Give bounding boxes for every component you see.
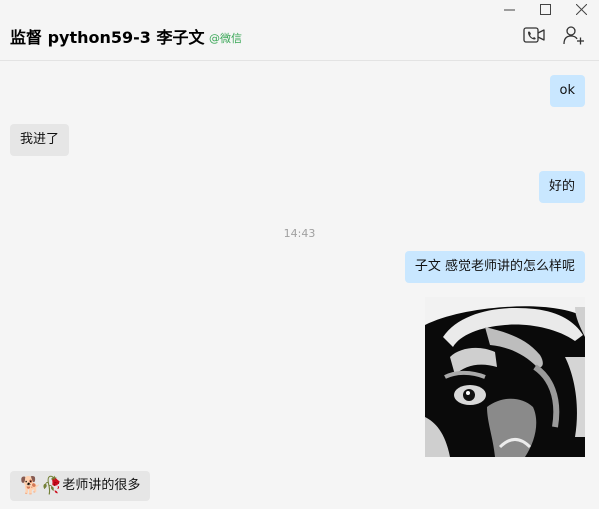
message-bubble-sent[interactable]: 好的 (538, 171, 585, 203)
message-text: 好的 (548, 179, 575, 194)
message-bubble-received[interactable]: 我进了 (10, 124, 70, 156)
message-bubble-received[interactable]: 🐕 🥀 老师讲的很多 (10, 471, 151, 501)
wilted-rose-emoji: 🥀 (41, 476, 63, 496)
add-member-button[interactable] (562, 24, 586, 46)
chat-header: 监督 python59-3 李子文 @微信 (0, 18, 599, 61)
source-tag: @微信 (209, 32, 242, 45)
add-member-icon (563, 26, 584, 45)
doge-emoji: 🐕 (20, 476, 42, 496)
meme-face-image (425, 297, 585, 457)
maximize-button[interactable] (527, 0, 563, 18)
message-text: 我进了 (20, 132, 60, 147)
close-icon (575, 3, 587, 15)
message-bubble-sent[interactable]: 子文 感觉老师讲的怎么样呢 (404, 251, 585, 283)
video-call-button[interactable] (522, 24, 546, 46)
message-text: 子文 感觉老师讲的怎么样呢 (414, 259, 575, 274)
message-text: 老师讲的很多 (62, 478, 141, 493)
window-controls (491, 0, 599, 18)
minimize-icon (503, 9, 515, 10)
close-button[interactable] (563, 0, 599, 18)
message-timestamp: 14:43 (283, 227, 316, 240)
minimize-button[interactable] (491, 0, 527, 18)
video-call-icon (523, 27, 545, 43)
maximize-icon (539, 3, 551, 15)
chat-title: 监督 python59-3 李子文 (10, 28, 205, 47)
message-text: ok (559, 83, 575, 98)
message-bubble-sent[interactable]: ok (549, 75, 585, 107)
meme-face-sticker[interactable] (425, 297, 585, 457)
